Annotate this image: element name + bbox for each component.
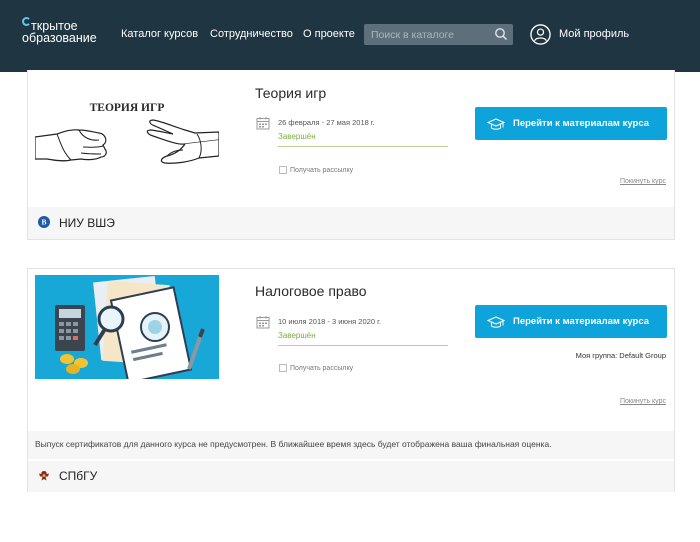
top-header: ткрытое образование Каталог курсов Сотру… <box>0 0 700 72</box>
go-to-course-materials-button[interactable]: Перейти к материалам курса <box>475 107 667 140</box>
newsletter-label[interactable]: Получать рассылку <box>290 365 353 372</box>
university-bar: СПбГУ <box>28 461 674 492</box>
status-underline <box>278 345 448 346</box>
course-card: ТЕОРИЯ ИГР Теория игр 26 февраля - 27 ма… <box>27 70 675 240</box>
course-title[interactable]: Теория игр <box>255 85 326 101</box>
search-input[interactable] <box>364 24 492 45</box>
logo-ring-icon <box>22 17 31 26</box>
certificate-note: Выпуск сертификатов для данного курса не… <box>35 439 552 449</box>
status-underline <box>278 146 448 147</box>
university-name[interactable]: НИУ ВШЭ <box>59 216 115 230</box>
course-title[interactable]: Налоговое право <box>255 283 367 299</box>
logo-text-line2: образование <box>22 31 97 45</box>
nav-about[interactable]: О проекте <box>303 28 355 40</box>
button-label: Перейти к материалам курса <box>513 316 649 327</box>
newsletter-checkbox[interactable] <box>279 166 287 174</box>
course-card: Налоговое право 10 июля 2018 - 3 июня 20… <box>27 268 675 492</box>
newsletter-checkbox[interactable] <box>279 364 287 372</box>
calendar-icon <box>256 316 270 329</box>
calendar-icon <box>256 117 270 130</box>
hse-logo-icon: В <box>38 216 50 228</box>
search-box <box>364 24 513 45</box>
graduation-cap-icon <box>487 118 505 130</box>
newsletter-label[interactable]: Получать рассылку <box>290 167 353 174</box>
course-status: Завершён <box>278 132 316 141</box>
tax-law-illustration <box>35 275 219 384</box>
site-logo[interactable]: ткрытое образование <box>22 17 112 50</box>
user-avatar-icon[interactable] <box>530 24 551 45</box>
thumbnail-title: ТЕОРИЯ ИГР <box>90 102 165 114</box>
graduation-cap-icon <box>487 316 505 328</box>
nav-cooperation[interactable]: Сотрудничество <box>210 28 293 40</box>
leave-course-link[interactable]: Покинуть курс <box>620 398 666 405</box>
svg-text:В: В <box>41 218 46 227</box>
my-group-label: Моя группа: Default Group <box>575 351 666 360</box>
course-dates: 10 июля 2018 - 3 июня 2020 г. <box>278 317 381 326</box>
button-label: Перейти к материалам курса <box>513 118 649 129</box>
spbu-crest-icon <box>39 471 49 481</box>
course-thumbnail[interactable]: ТЕОРИЯ ИГР <box>34 80 220 184</box>
profile-label[interactable]: Мой профиль <box>559 28 629 40</box>
university-bar: В НИУ ВШЭ <box>28 207 674 239</box>
course-thumbnail[interactable] <box>35 275 219 384</box>
go-to-course-materials-button[interactable]: Перейти к материалам курса <box>475 305 667 338</box>
university-name[interactable]: СПбГУ <box>59 469 97 483</box>
rock-paper-scissors-illustration: ТЕОРИЯ ИГР <box>34 102 220 164</box>
search-icon[interactable] <box>494 27 508 41</box>
course-dates: 26 февраля - 27 мая 2018 г. <box>278 118 375 127</box>
leave-course-link[interactable]: Покинуть курс <box>620 178 666 185</box>
nav-catalog[interactable]: Каталог курсов <box>121 28 198 40</box>
course-status: Завершён <box>278 331 316 340</box>
